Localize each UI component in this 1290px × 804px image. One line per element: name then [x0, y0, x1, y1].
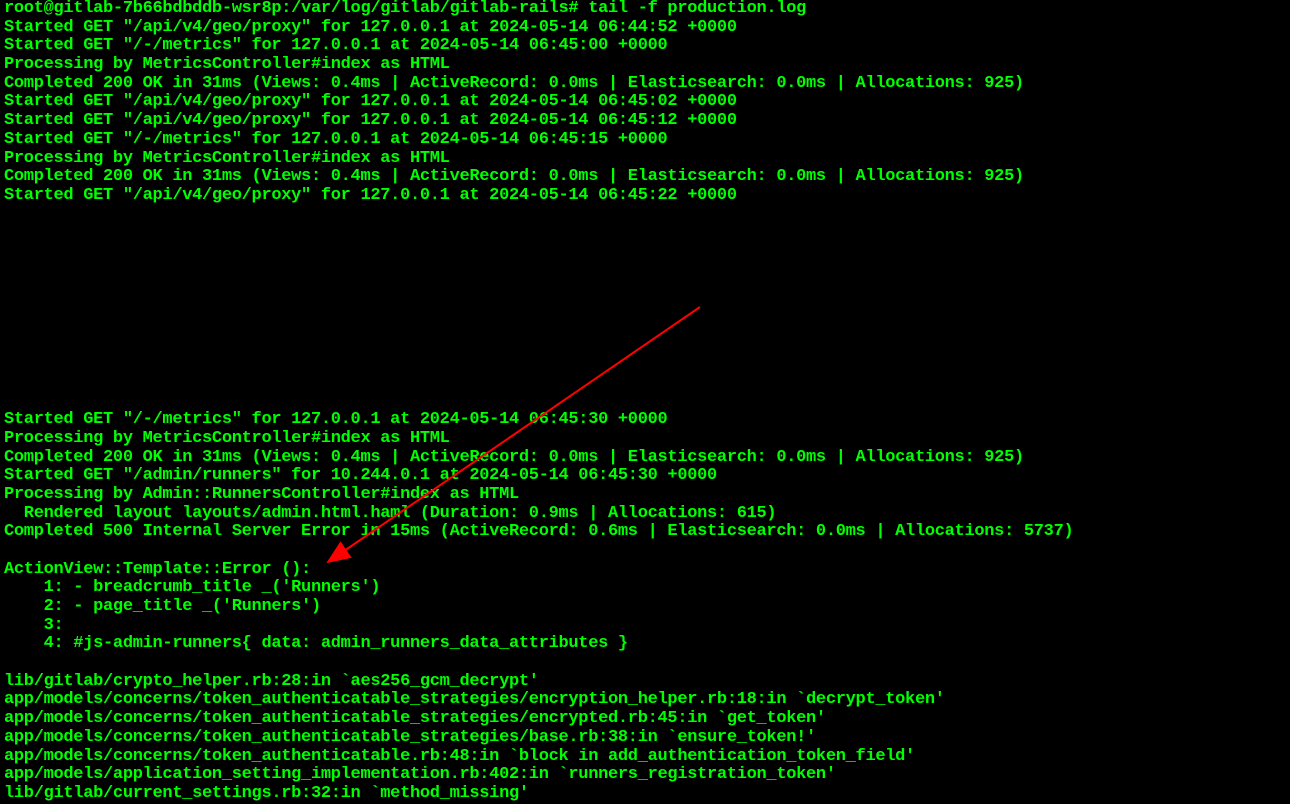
- terminal-line: Completed 200 OK in 31ms (Views: 0.4ms |…: [4, 168, 1286, 187]
- terminal-line: [4, 206, 1286, 225]
- terminal-line: 3:: [4, 617, 1286, 636]
- terminal-line: Completed 500 Internal Server Error in 1…: [4, 523, 1286, 542]
- terminal-line: [4, 243, 1286, 262]
- terminal-line: Processing by MetricsController#index as…: [4, 150, 1286, 169]
- terminal-line: [4, 374, 1286, 393]
- terminal-line: Started GET "/api/v4/geo/proxy" for 127.…: [4, 93, 1286, 112]
- terminal-line: Started GET "/api/v4/geo/proxy" for 127.…: [4, 19, 1286, 38]
- terminal-line: lib/gitlab/crypto_helper.rb:28:in `aes25…: [4, 673, 1286, 692]
- terminal-line: [4, 224, 1286, 243]
- terminal-line: [4, 355, 1286, 374]
- terminal-line: Processing by MetricsController#index as…: [4, 56, 1286, 75]
- terminal-line: root@gitlab-7b66bdbddb-wsr8p:/var/log/gi…: [4, 0, 1286, 19]
- terminal-line: 1: - breadcrumb_title _('Runners'): [4, 579, 1286, 598]
- terminal-line: [4, 262, 1286, 281]
- terminal-line: [4, 392, 1286, 411]
- terminal-line: app/models/concerns/token_authenticatabl…: [4, 729, 1286, 748]
- terminal-output: root@gitlab-7b66bdbddb-wsr8p:/var/log/gi…: [4, 0, 1286, 804]
- terminal-line: app/models/concerns/token_authenticatabl…: [4, 748, 1286, 767]
- terminal-line: [4, 299, 1286, 318]
- terminal-line: Completed 200 OK in 31ms (Views: 0.4ms |…: [4, 75, 1286, 94]
- terminal-line: [4, 318, 1286, 337]
- terminal-line: ActionView::Template::Error ():: [4, 561, 1286, 580]
- terminal-line: Started GET "/api/v4/geo/proxy" for 127.…: [4, 112, 1286, 131]
- terminal-line: Processing by MetricsController#index as…: [4, 430, 1286, 449]
- terminal-line: Rendered layout layouts/admin.html.haml …: [4, 505, 1286, 524]
- terminal-line: Started GET "/api/v4/geo/proxy" for 127.…: [4, 187, 1286, 206]
- terminal-line: [4, 336, 1286, 355]
- terminal-line: Started GET "/-/metrics" for 127.0.0.1 a…: [4, 131, 1286, 150]
- terminal-line: Processing by Admin::RunnersController#i…: [4, 486, 1286, 505]
- terminal-line: Started GET "/admin/runners" for 10.244.…: [4, 467, 1286, 486]
- terminal-line: Completed 200 OK in 31ms (Views: 0.4ms |…: [4, 449, 1286, 468]
- terminal-line: app/models/application_setting_implement…: [4, 766, 1286, 785]
- terminal-line: [4, 280, 1286, 299]
- terminal-line: Started GET "/-/metrics" for 127.0.0.1 a…: [4, 37, 1286, 56]
- terminal-line: 4: #js-admin-runners{ data: admin_runner…: [4, 635, 1286, 654]
- terminal-line: app/models/concerns/token_authenticatabl…: [4, 710, 1286, 729]
- terminal-line: [4, 542, 1286, 561]
- terminal-line: 2: - page_title _('Runners'): [4, 598, 1286, 617]
- terminal-line: Started GET "/-/metrics" for 127.0.0.1 a…: [4, 411, 1286, 430]
- terminal-line: [4, 654, 1286, 673]
- terminal-line: app/models/concerns/token_authenticatabl…: [4, 691, 1286, 710]
